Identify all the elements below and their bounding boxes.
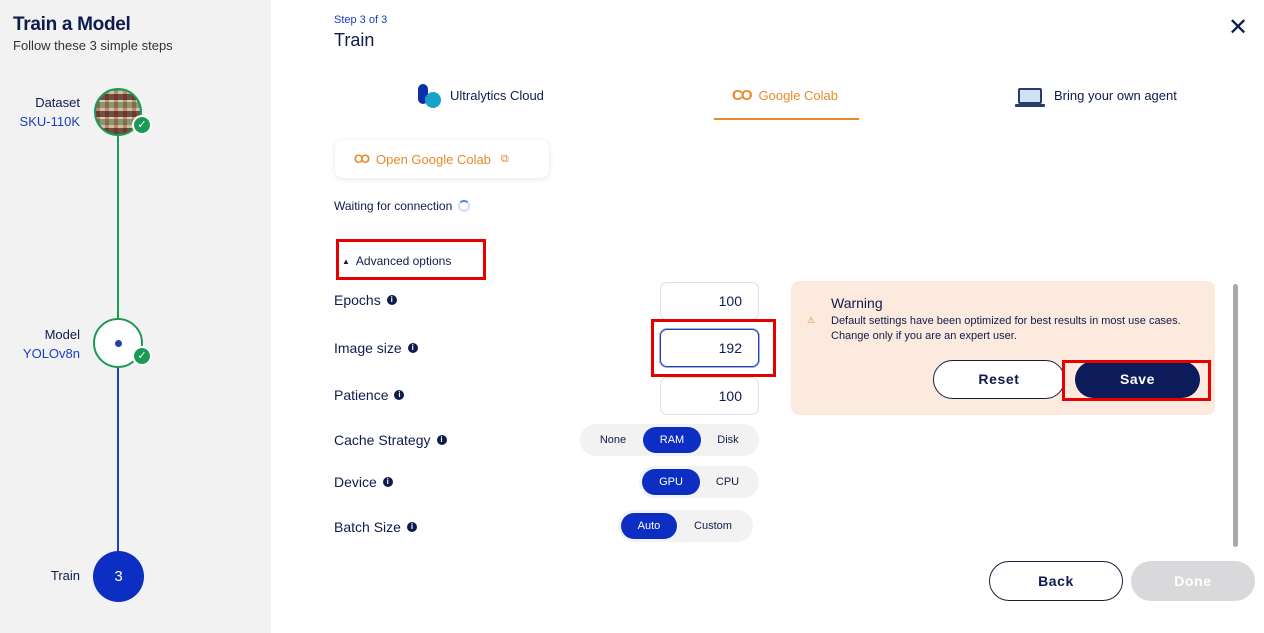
device-option-gpu[interactable]: GPU: [642, 469, 700, 495]
cache-option-ram[interactable]: RAM: [643, 427, 701, 453]
external-link-icon: ⧉: [500, 152, 509, 165]
image-size-label: Image size i: [334, 340, 418, 356]
info-icon[interactable]: i: [394, 390, 405, 400]
tab-google-colab[interactable]: CO Google Colab: [714, 84, 859, 120]
checkmark-icon: ✓: [132, 115, 152, 135]
batch-size-label: Batch Size i: [334, 519, 417, 535]
patience-input[interactable]: 100: [660, 377, 759, 415]
laptop-icon: [1015, 88, 1045, 107]
step-name: Train: [50, 568, 80, 583]
open-colab-label: Open Google Colab: [376, 151, 491, 167]
device-label: Device i: [334, 474, 393, 490]
highlight-box: [1062, 360, 1211, 401]
warning-title: Warning: [831, 295, 883, 311]
device-selector[interactable]: GPU CPU: [639, 466, 759, 498]
scrollbar[interactable]: [1233, 284, 1238, 547]
done-button: Done: [1131, 561, 1255, 601]
step-name: Model: [44, 327, 80, 342]
epochs-input[interactable]: 100: [660, 282, 759, 320]
step-value: SKU-110K: [19, 114, 80, 129]
back-button[interactable]: Back: [989, 561, 1123, 601]
step-train-label: Train: [0, 566, 80, 585]
close-icon[interactable]: ✕: [1228, 14, 1248, 42]
batch-size-selector[interactable]: Auto Custom: [618, 510, 753, 542]
warning-icon: ⚠: [807, 315, 816, 325]
field-label-text: Cache Strategy: [334, 432, 431, 448]
step-model-label[interactable]: Model YOLOv8n: [0, 325, 80, 363]
field-label-text: Batch Size: [334, 519, 401, 535]
progress-line-completed: [117, 130, 119, 320]
sidebar-subtitle: Follow these 3 simple steps: [13, 38, 173, 53]
device-option-cpu[interactable]: CPU: [700, 469, 755, 495]
batch-option-auto[interactable]: Auto: [621, 513, 677, 539]
tab-label: Google Colab: [758, 88, 839, 103]
patience-label: Patience i: [334, 387, 405, 403]
field-label-text: Image size: [334, 340, 402, 356]
highlight-box: [336, 239, 486, 280]
field-label-text: Device: [334, 474, 377, 490]
ultralytics-icon: [416, 84, 442, 108]
connection-status: Waiting for connection: [334, 199, 471, 213]
info-icon[interactable]: i: [382, 477, 393, 487]
epochs-label: Epochs i: [334, 292, 397, 308]
progress-line-current: [117, 368, 119, 554]
warning-text: Default settings have been optimized for…: [831, 315, 1181, 342]
step-name: Dataset: [35, 95, 80, 110]
cache-option-disk[interactable]: Disk: [701, 427, 755, 453]
tab-label: Bring your own agent: [1054, 88, 1177, 103]
highlight-box: [651, 319, 776, 377]
cache-strategy-label: Cache Strategy i: [334, 432, 447, 448]
colab-icon: CO: [732, 87, 752, 104]
field-label-text: Patience: [334, 387, 389, 403]
info-icon[interactable]: i: [406, 522, 417, 532]
reset-button[interactable]: Reset: [933, 360, 1065, 399]
field-label-text: Epochs: [334, 292, 381, 308]
step-dataset-label[interactable]: Dataset SKU-110K: [0, 93, 80, 131]
cache-strategy-selector[interactable]: None RAM Disk: [580, 424, 759, 456]
loading-spinner-icon: [458, 200, 471, 212]
train-step-circle: 3: [93, 551, 144, 602]
info-icon[interactable]: i: [436, 435, 447, 445]
page-title: Train: [334, 30, 375, 50]
tab-label: Ultralytics Cloud: [450, 88, 544, 103]
batch-option-custom[interactable]: Custom: [677, 513, 749, 539]
open-google-colab-button[interactable]: CO Open Google Colab ⧉: [335, 140, 549, 178]
steps-sidebar: Train a Model Follow these 3 simple step…: [0, 0, 271, 633]
checkmark-icon: ✓: [132, 346, 152, 366]
tab-bring-your-own-agent[interactable]: Bring your own agent: [1015, 84, 1177, 120]
cache-option-none[interactable]: None: [583, 427, 643, 453]
step-value: YOLOv8n: [22, 346, 80, 361]
step-indicator: Step 3 of 3: [334, 14, 388, 26]
dot-icon: [115, 340, 122, 347]
info-icon[interactable]: i: [386, 295, 397, 305]
info-icon[interactable]: i: [407, 343, 418, 353]
tab-ultralytics-cloud[interactable]: Ultralytics Cloud: [416, 84, 544, 120]
colab-icon: CO: [354, 152, 370, 166]
sidebar-title: Train a Model: [13, 14, 131, 35]
connection-status-text: Waiting for connection: [334, 199, 453, 213]
